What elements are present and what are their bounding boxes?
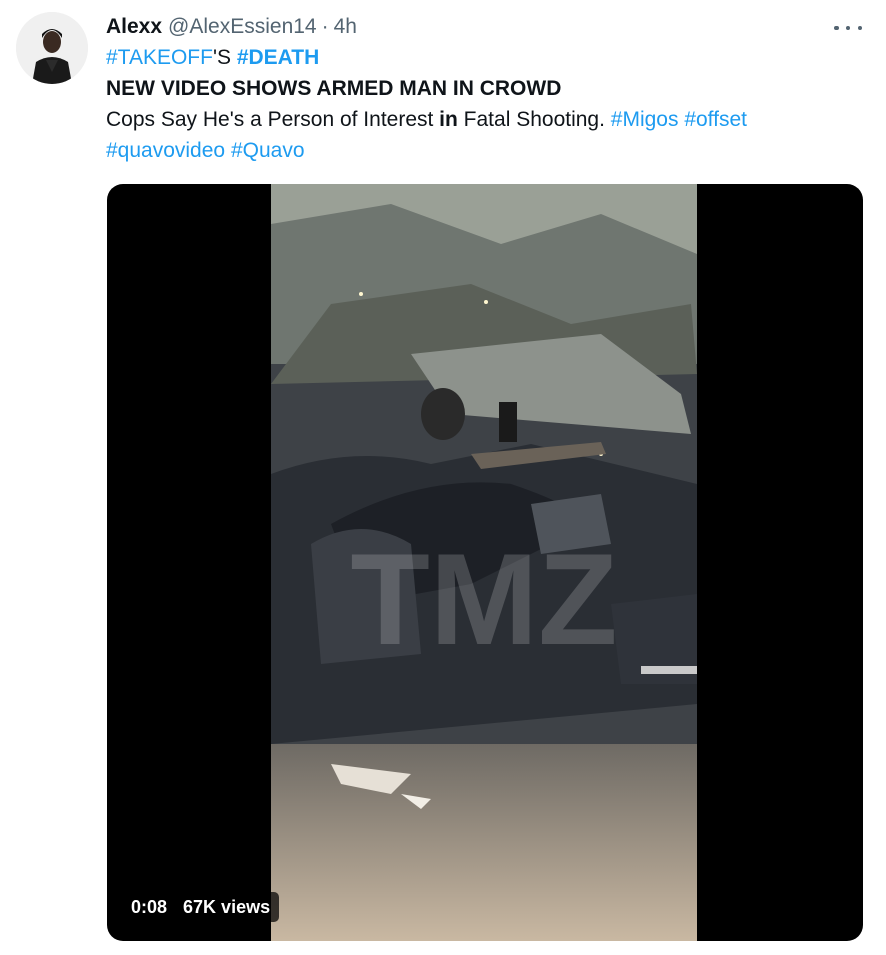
hashtag-quavovideo[interactable]: #quavovideo — [106, 139, 225, 162]
tweet-text-line-3: Cops Say He's a Person of Interest in Fa… — [106, 104, 866, 135]
tweet-text-line-2: NEW VIDEO SHOWS ARMED MAN IN CROWD — [106, 77, 562, 100]
tweet-text-line-4: #quavovideo #Quavo — [106, 135, 866, 166]
video-stats-badge: 0:08 67K views — [122, 892, 280, 922]
hashtag-migos[interactable]: #Migos — [611, 108, 679, 131]
tmz-watermark: TMZ — [350, 526, 617, 672]
video-views: 67K views — [183, 896, 271, 917]
more-horizontal-icon-dot — [857, 25, 862, 31]
tweet-header: Alexx @AlexEssien14 · 4h — [106, 12, 866, 42]
hashtag-death[interactable]: #DEATH — [237, 46, 319, 69]
more-options-button[interactable] — [834, 18, 862, 38]
text-fragment: 'S — [212, 46, 237, 69]
hashtag-quavo[interactable]: #Quavo — [231, 139, 305, 162]
tweet-text-line-1: #TAKEOFF'S #DEATH — [106, 42, 866, 73]
avatar-image — [16, 12, 88, 84]
video-player[interactable]: TMZ 0:08 67K views — [107, 184, 863, 941]
hashtag-takeoff[interactable]: #TAKEOFF — [106, 46, 213, 69]
video-duration: 0:08 — [131, 896, 168, 917]
text-fragment: Cops Say He's a Person of Interest — [106, 108, 440, 131]
text-fragment: Fatal Shooting. — [457, 108, 611, 131]
more-horizontal-icon — [834, 25, 839, 31]
avatar[interactable] — [16, 12, 88, 84]
text-bold-in: in — [439, 108, 458, 131]
hashtag-offset[interactable]: #offset — [684, 108, 747, 131]
tweet-body: Alexx @AlexEssien14 · 4h #TAKEOFF'S #DEA… — [106, 12, 866, 166]
video-frame: TMZ — [271, 184, 697, 941]
timestamp[interactable]: 4h — [334, 12, 357, 42]
more-horizontal-icon-dot — [845, 25, 851, 31]
separator-dot: · — [321, 15, 329, 38]
video-thumbnail: TMZ — [271, 184, 697, 941]
display-name[interactable]: Alexx — [106, 12, 162, 42]
tweet-card[interactable]: Alexx @AlexEssien14 · 4h #TAKEOFF'S #DEA… — [0, 0, 886, 955]
user-handle[interactable]: @AlexEssien14 — [168, 12, 317, 42]
